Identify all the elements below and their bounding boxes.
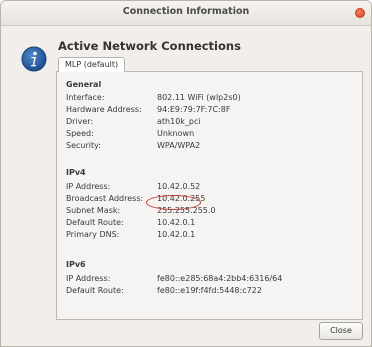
speed-value: Unknown — [157, 129, 195, 138]
ipv4-address-value: 10.42.0.52 — [157, 182, 201, 191]
hardware-address-value: 94:E9:79:7F:7C:8F — [157, 105, 231, 114]
info-icon — [21, 46, 47, 72]
primary-dns-label: Primary DNS: — [66, 230, 120, 239]
interface-value: 802.11 WiFi (wlp2s0) — [157, 93, 241, 102]
connection-details-panel: General Interface: 802.11 WiFi (wlp2s0) … — [56, 71, 363, 320]
ipv4-section-title: IPv4 — [66, 168, 86, 177]
close-icon[interactable] — [355, 8, 365, 18]
ipv6-address-value: fe80::e285:68a4:2bb4:6316/64 — [157, 274, 283, 283]
broadcast-address-label: Broadcast Address: — [66, 194, 144, 203]
driver-label: Driver: — [66, 117, 94, 126]
interface-label: Interface: — [66, 93, 105, 102]
ipv6-default-route-label: Default Route: — [66, 286, 124, 295]
ip-address-highlight-ellipse — [146, 195, 201, 210]
title-bar[interactable]: Connection Information — [1, 1, 371, 26]
subnet-mask-label: Subnet Mask: — [66, 206, 121, 215]
ipv6-section-title: IPv6 — [66, 260, 86, 269]
security-value: WPA/WPA2 — [157, 141, 201, 150]
speed-label: Speed: — [66, 129, 94, 138]
driver-value: ath10k_pci — [157, 117, 201, 126]
connection-info-dialog: Connection Information Active Network Co… — [0, 0, 372, 347]
hardware-address-label: Hardware Address: — [66, 105, 142, 114]
primary-dns-value: 10.42.0.1 — [157, 230, 196, 239]
ipv4-default-route-label: Default Route: — [66, 218, 124, 227]
ipv4-default-route-value: 10.42.0.1 — [157, 218, 196, 227]
window-title: Connection Information — [122, 6, 250, 17]
security-label: Security: — [66, 141, 101, 150]
ipv6-address-label: IP Address: — [66, 274, 111, 283]
ipv6-default-route-value: fe80::e19f:f4fd:5448:c722 — [157, 286, 262, 295]
general-section-title: General — [66, 80, 102, 89]
tab-mlp-default[interactable]: MLP (default) — [58, 57, 126, 72]
close-button[interactable]: Close — [319, 322, 363, 340]
ipv4-address-label: IP Address: — [66, 182, 111, 191]
page-title: Active Network Connections — [58, 39, 241, 53]
